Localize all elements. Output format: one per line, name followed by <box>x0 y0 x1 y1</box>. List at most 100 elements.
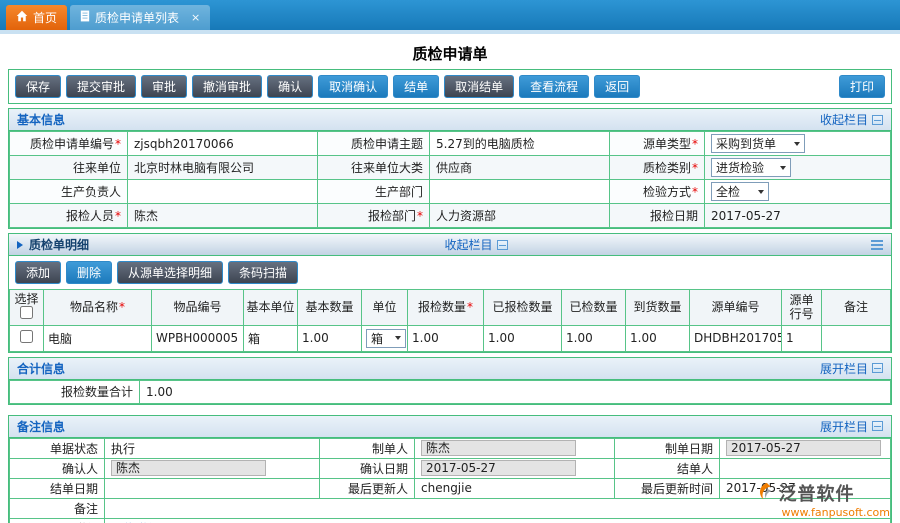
inspect-category-cell: 进货检验 <box>705 156 891 180</box>
remark-row: 单据状态 执行 制单人 陈杰 制单日期 2017-05-27 <box>10 438 891 458</box>
field-label: 单据状态 <box>10 438 105 458</box>
cancel-confirm-button[interactable]: 取消确认 <box>318 75 388 98</box>
base-qty-cell[interactable]: 1.00 <box>298 325 362 351</box>
col-report-qty: 报检数量* <box>408 290 484 326</box>
item-code-cell: WPBH000005 <box>152 325 244 351</box>
source-line-cell: 1 <box>782 325 822 351</box>
top-tab-bar: 首页 质检申请单列表 × <box>0 0 900 30</box>
inspect-category-select[interactable]: 进货检验 <box>711 158 791 177</box>
brand-icon <box>754 481 776 506</box>
barcode-scan-button[interactable]: 条码扫描 <box>228 261 298 284</box>
col-base-qty: 基本数量 <box>298 290 362 326</box>
table-row: 电脑 WPBH000005 箱 1.00 箱 1.00 1.00 1.00 1.… <box>10 325 891 351</box>
total-label: 报检数量合计 <box>10 380 140 403</box>
confirmer-value: 陈杰 <box>105 458 320 478</box>
base-unit-cell: 箱 <box>244 325 298 351</box>
play-triangle-icon <box>17 241 23 249</box>
field-label: 制单日期 <box>615 438 720 458</box>
tab-list-label: 质检申请单列表 <box>95 9 179 26</box>
unit-select[interactable]: 箱 <box>366 329 406 348</box>
report-qty-cell[interactable]: 1.00 <box>408 325 484 351</box>
field-label: 制单人 <box>320 438 415 458</box>
inspect-method-select[interactable]: 全检 <box>711 182 769 201</box>
field-label: 确认日期 <box>320 458 415 478</box>
cancel-approve-button[interactable]: 撤消审批 <box>192 75 262 98</box>
readonly-field: 陈杰 <box>111 460 266 476</box>
total-value: 1.00 <box>140 380 891 403</box>
field-label: 质检申请单编号* <box>10 132 128 156</box>
doc-status-value: 执行 <box>105 438 320 458</box>
source-type-cell: 采购到货单 <box>705 132 891 156</box>
row-remark-cell[interactable] <box>822 325 891 351</box>
reporter-value: 陈杰 <box>128 204 318 228</box>
submit-approve-button[interactable]: 提交审批 <box>66 75 136 98</box>
toolbar: 保存 提交审批 审批 撤消审批 确认 取消确认 结单 取消结单 查看流程 返回 … <box>8 69 892 104</box>
close-order-button[interactable]: 结单 <box>393 75 439 98</box>
expand-remarks-link[interactable]: 展开栏目 <box>820 418 883 435</box>
collapse-basic-link[interactable]: 收起栏目 <box>820 111 883 128</box>
collapse-icon <box>497 240 508 250</box>
item-name-cell[interactable]: 电脑 <box>44 325 152 351</box>
field-label: 报检部门* <box>318 204 430 228</box>
section-title: 备注信息 <box>17 418 65 435</box>
close-icon[interactable]: × <box>191 11 200 24</box>
partner-type-value: 供应商 <box>430 156 610 180</box>
add-row-button[interactable]: 添加 <box>15 261 61 284</box>
col-arrived-qty: 到货数量 <box>626 290 690 326</box>
print-button[interactable]: 打印 <box>839 75 885 98</box>
expand-total-link[interactable]: 展开栏目 <box>820 360 883 377</box>
view-flow-button[interactable]: 查看流程 <box>519 75 589 98</box>
expand-icon <box>872 363 883 373</box>
approve-button[interactable]: 审批 <box>141 75 187 98</box>
field-label: 最后更新时间 <box>615 478 720 498</box>
total-section: 合计信息 展开栏目 报检数量合计 1.00 <box>8 357 892 405</box>
field-label: 质检申请主题 <box>318 132 430 156</box>
source-type-select[interactable]: 采购到货单 <box>711 134 805 153</box>
scrollbar-grip[interactable] <box>871 240 883 250</box>
chevron-down-icon <box>794 142 800 146</box>
collapse-detail-link[interactable]: 收起栏目 <box>445 236 508 253</box>
report-date-value: 2017-05-27 <box>705 204 891 228</box>
form-row: 生产负责人 生产部门 检验方式* 全检 <box>10 180 891 204</box>
page-title: 质检申请单 <box>8 36 892 69</box>
field-label: 附件 <box>10 518 105 523</box>
save-button[interactable]: 保存 <box>15 75 61 98</box>
delete-row-button[interactable]: 删除 <box>66 261 112 284</box>
brand-name: 泛普软件 <box>779 480 855 506</box>
last-updater-value: chengjie <box>415 478 615 498</box>
source-code-cell: DHDBH201705 <box>690 325 782 351</box>
field-label: 检验方式* <box>610 180 705 204</box>
back-button[interactable]: 返回 <box>594 75 640 98</box>
select-from-source-button[interactable]: 从源单选择明细 <box>117 261 223 284</box>
chevron-down-icon <box>780 166 786 170</box>
col-select: 选择 <box>10 290 44 326</box>
producer-value <box>128 180 318 204</box>
form-row: 质检申请单编号* zjsqbh20170066 质检申请主题 5.27到的电脑质… <box>10 132 891 156</box>
row-checkbox[interactable] <box>20 330 33 343</box>
readonly-field: 2017-05-27 <box>421 460 576 476</box>
select-all-checkbox[interactable] <box>20 306 33 319</box>
cancel-close-order-button[interactable]: 取消结单 <box>444 75 514 98</box>
detail-table: 选择 物品名称* 物品编号 基本单位 基本数量 单位 报检数量* 已报检数量 已… <box>9 289 891 352</box>
expand-label: 展开栏目 <box>820 418 868 435</box>
inspect-method-cell: 全检 <box>705 180 891 204</box>
main-content: 质检申请单 保存 提交审批 审批 撤消审批 确认 取消确认 结单 取消结单 查看… <box>0 34 900 523</box>
create-date-value: 2017-05-27 <box>720 438 891 458</box>
readonly-field: 2017-05-27 <box>726 440 881 456</box>
total-row: 报检数量合计 1.00 <box>10 380 891 403</box>
section-title: 质检单明细 <box>29 236 89 253</box>
col-reported-qty: 已报检数量 <box>484 290 562 326</box>
field-label: 往来单位大类 <box>318 156 430 180</box>
remark-row: 确认人 陈杰 确认日期 2017-05-27 结单人 <box>10 458 891 478</box>
confirm-button[interactable]: 确认 <box>267 75 313 98</box>
reported-qty-cell: 1.00 <box>484 325 562 351</box>
document-icon <box>80 10 90 25</box>
tab-home[interactable]: 首页 <box>6 5 67 30</box>
detail-section: 质检单明细 收起栏目 添加 删除 从源单选择明细 条码扫描 选择 物品名称 <box>8 233 892 353</box>
home-icon <box>16 10 28 25</box>
col-remark: 备注 <box>822 290 891 326</box>
checked-qty-cell: 1.00 <box>562 325 626 351</box>
tab-inspection-list[interactable]: 质检申请单列表 × <box>70 5 210 30</box>
collapse-icon <box>872 115 883 125</box>
brand-url: www.fanpusoft.com <box>754 506 890 519</box>
